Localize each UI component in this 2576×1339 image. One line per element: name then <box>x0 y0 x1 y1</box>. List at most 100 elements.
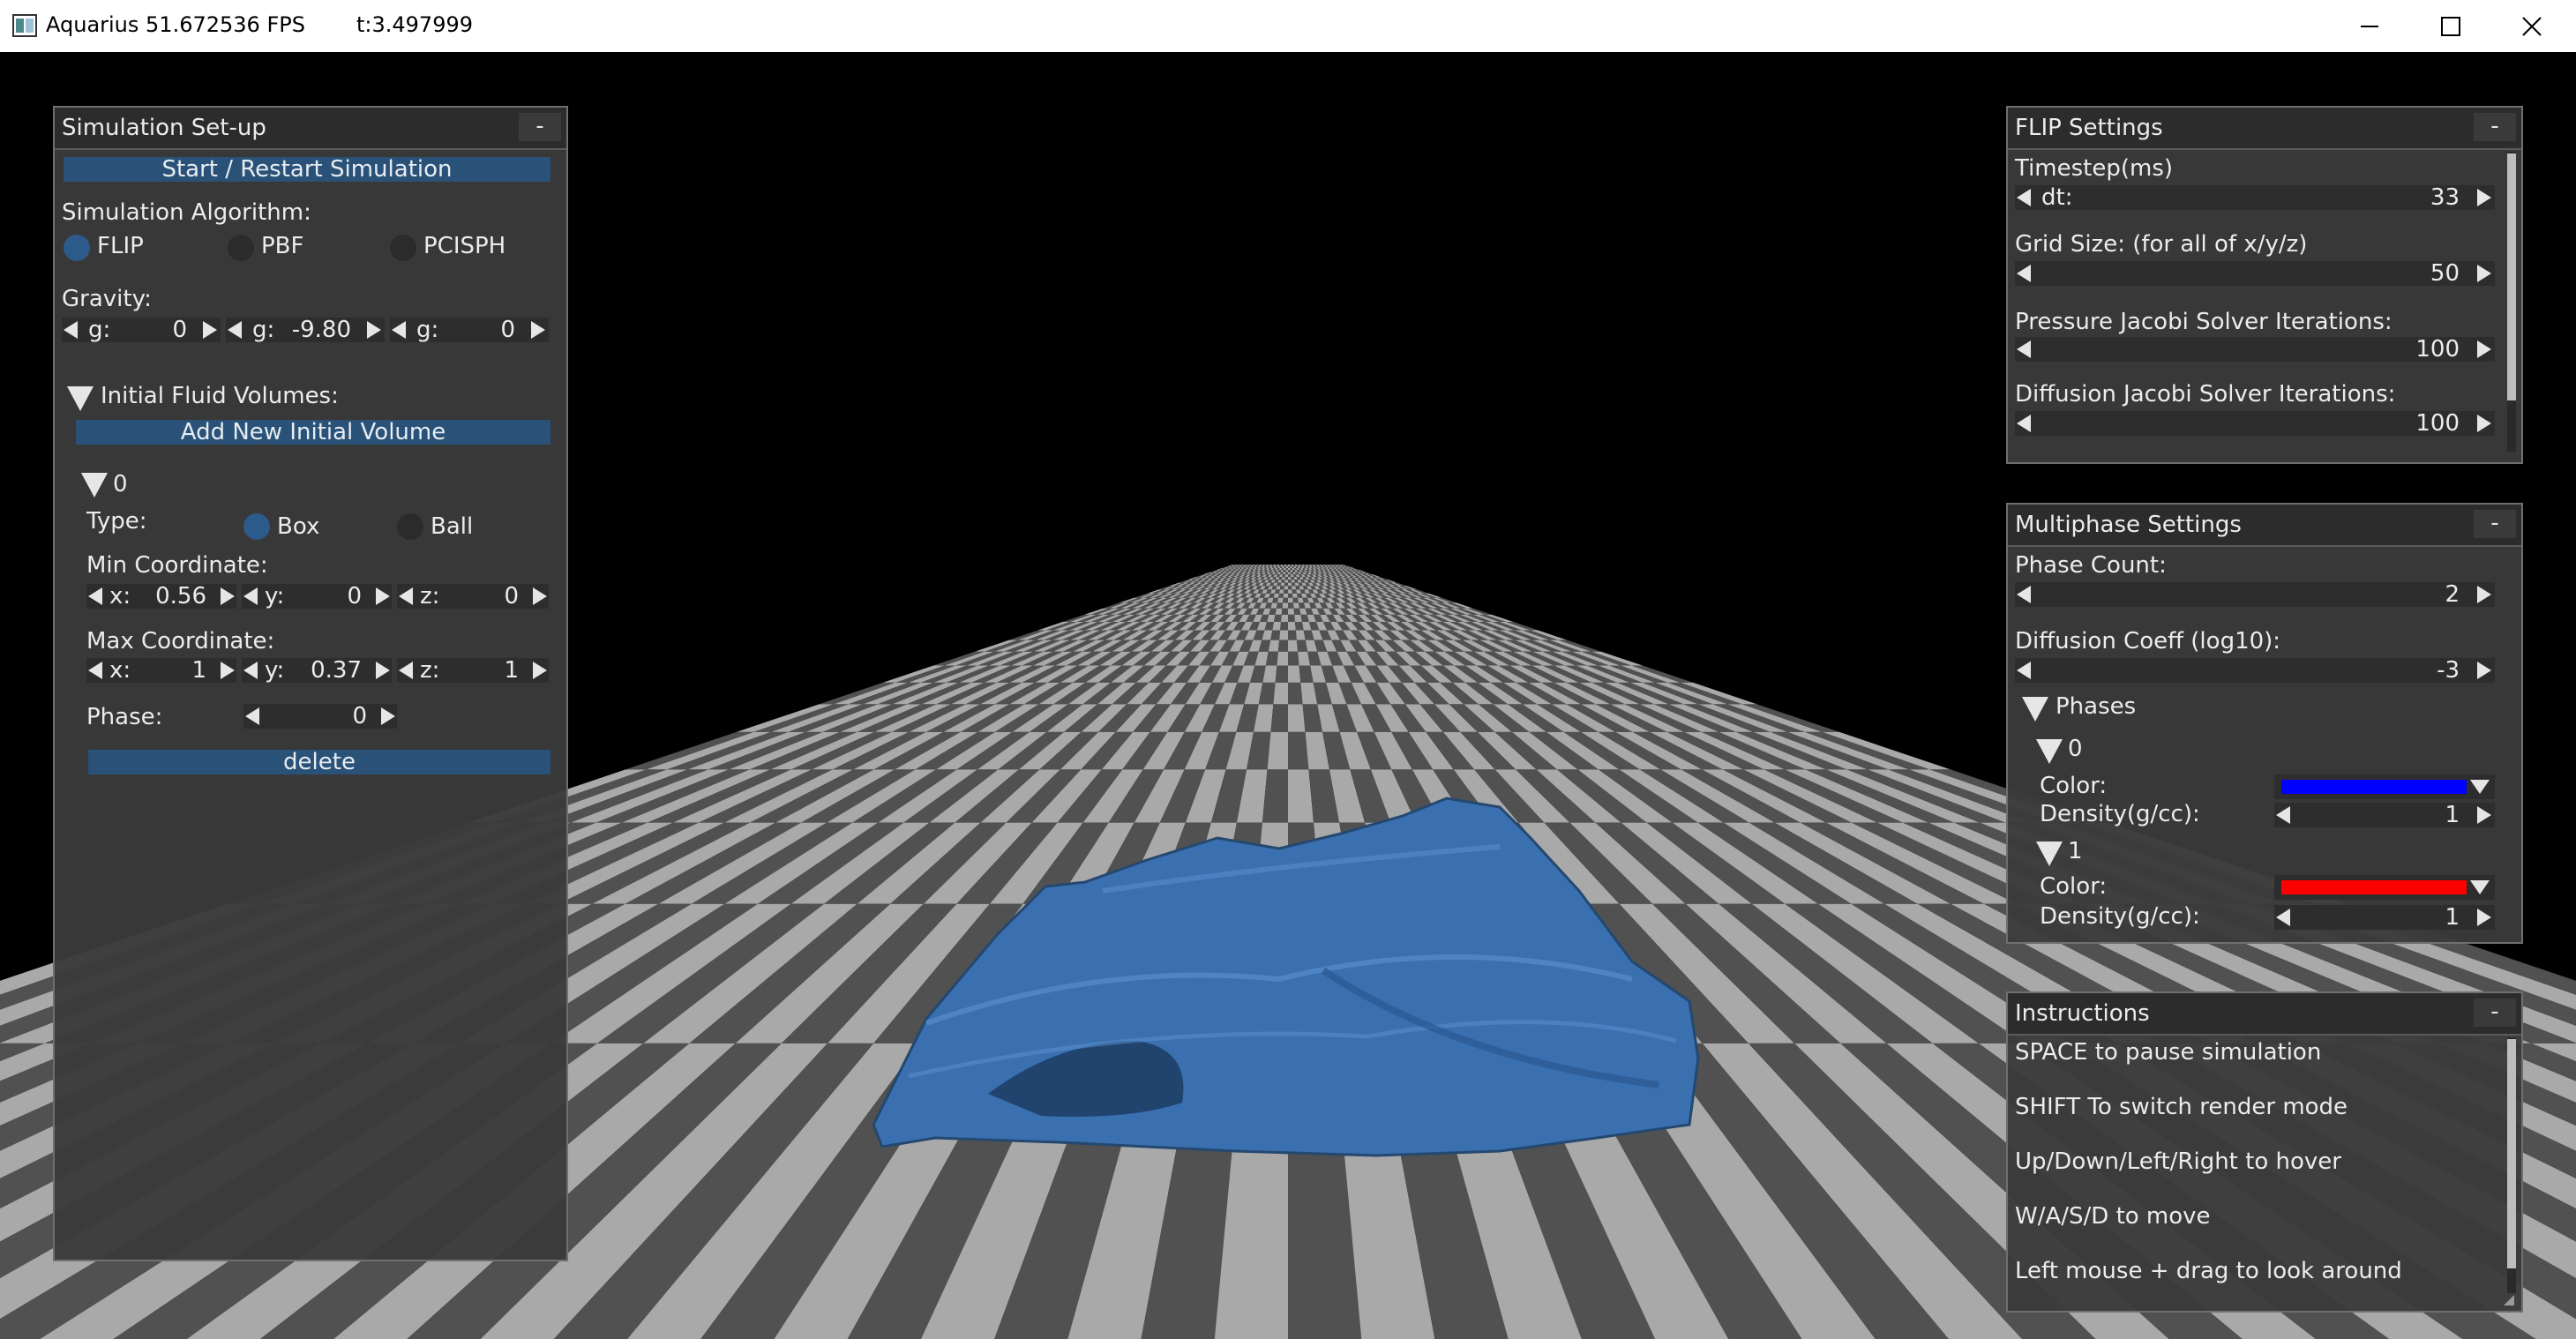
dt-field[interactable]: dt: 33 <box>2015 185 2495 210</box>
increment-icon[interactable] <box>203 321 217 339</box>
panel-header[interactable]: FLIP Settings - <box>2008 108 2521 150</box>
start-simulation-button[interactable]: Start / Restart Simulation <box>64 157 550 182</box>
gravity-z-field[interactable]: g: 0 <box>390 318 549 342</box>
increment-icon[interactable] <box>381 707 395 725</box>
field-value: 2 <box>2445 581 2460 608</box>
max-x-field[interactable]: x: 1 <box>86 658 236 683</box>
decrement-icon[interactable] <box>2017 586 2031 603</box>
increment-icon[interactable] <box>2477 189 2491 206</box>
decrement-icon[interactable] <box>88 662 102 679</box>
increment-icon[interactable] <box>376 662 390 679</box>
color-swatch-bar <box>2281 780 2467 794</box>
increment-icon[interactable] <box>533 587 547 605</box>
radio-box[interactable] <box>243 513 270 540</box>
increment-icon[interactable] <box>376 587 390 605</box>
increment-icon[interactable] <box>533 662 547 679</box>
gravity-y-field[interactable]: g: -9.80 <box>226 318 385 342</box>
tree-expand-icon[interactable] <box>2036 739 2063 764</box>
increment-icon[interactable] <box>2477 806 2491 824</box>
diffusion-coeff-field[interactable]: -3 <box>2015 658 2495 683</box>
dropdown-arrow-icon[interactable] <box>2470 780 2490 794</box>
max-y-field[interactable]: y: 0.37 <box>242 658 392 683</box>
panel-header[interactable]: Simulation Set-up - <box>55 108 566 150</box>
min-z-field[interactable]: z: 0 <box>397 584 549 609</box>
decrement-icon[interactable] <box>2017 189 2031 206</box>
gravity-x-field[interactable]: g: 0 <box>62 318 221 342</box>
decrement-icon[interactable] <box>399 662 413 679</box>
phase-index[interactable]: 0 <box>2068 736 2083 762</box>
diffusion-iterations-field[interactable]: 100 <box>2015 411 2495 436</box>
phase-0-density-field[interactable]: 1 <box>2274 803 2495 827</box>
increment-icon[interactable] <box>221 587 235 605</box>
collapse-button[interactable]: - <box>2474 113 2516 141</box>
dropdown-arrow-icon[interactable] <box>2470 880 2490 894</box>
radio-ball[interactable] <box>397 513 423 540</box>
floor-tile <box>1283 593 1288 598</box>
phases-label[interactable]: Phases <box>2056 693 2136 720</box>
collapse-button[interactable]: - <box>2474 510 2516 538</box>
tree-expand-icon[interactable] <box>67 386 94 411</box>
decrement-icon[interactable] <box>399 587 413 605</box>
decrement-icon[interactable] <box>228 321 242 339</box>
delete-volume-button[interactable]: delete <box>88 750 550 774</box>
panel-header[interactable]: Instructions - <box>2008 993 2521 1036</box>
decrement-icon[interactable] <box>2017 415 2031 432</box>
tree-expand-icon[interactable] <box>2036 842 2063 866</box>
decrement-icon[interactable] <box>243 662 258 679</box>
increment-icon[interactable] <box>2477 265 2491 282</box>
increment-icon[interactable] <box>2477 415 2491 432</box>
decrement-icon[interactable] <box>2017 340 2031 358</box>
increment-icon[interactable] <box>221 662 235 679</box>
phase-1-density-field[interactable]: 1 <box>2274 905 2495 930</box>
increment-icon[interactable] <box>367 321 381 339</box>
initial-volumes-label[interactable]: Initial Fluid Volumes: <box>101 383 339 409</box>
decrement-icon[interactable] <box>2276 806 2290 824</box>
radio-pcisph[interactable] <box>390 235 416 261</box>
floor-tile <box>1273 682 1288 705</box>
decrement-icon[interactable] <box>243 587 258 605</box>
min-y-field[interactable]: y: 0 <box>242 584 392 609</box>
collapse-button[interactable]: - <box>2474 999 2516 1027</box>
phase-0-color-picker[interactable] <box>2274 774 2495 799</box>
scrollbar-thumb[interactable] <box>2507 1039 2516 1268</box>
decrement-icon[interactable] <box>245 707 259 725</box>
radio-flip[interactable] <box>64 235 90 261</box>
collapse-button[interactable]: - <box>519 113 561 141</box>
min-x-field[interactable]: x: 0.56 <box>86 584 236 609</box>
decrement-icon[interactable] <box>2017 265 2031 282</box>
increment-icon[interactable] <box>2477 586 2491 603</box>
increment-icon[interactable] <box>2477 340 2491 358</box>
close-icon <box>2522 16 2542 36</box>
minimize-button[interactable] <box>2329 0 2410 52</box>
increment-icon[interactable] <box>2477 662 2491 679</box>
increment-icon[interactable] <box>531 321 545 339</box>
resize-grip-icon[interactable] <box>2500 1291 2514 1305</box>
phase-field[interactable]: 0 <box>243 704 397 729</box>
phase-index[interactable]: 1 <box>2068 838 2083 864</box>
radio-pbf[interactable] <box>228 235 254 261</box>
add-volume-button[interactable]: Add New Initial Volume <box>76 420 550 445</box>
decrement-icon[interactable] <box>2276 909 2290 926</box>
scrollbar-thumb[interactable] <box>2507 153 2516 400</box>
grid-size-field[interactable]: 50 <box>2015 261 2495 286</box>
phase-count-field[interactable]: 2 <box>2015 582 2495 607</box>
floor-tile <box>1277 597 1284 603</box>
decrement-icon[interactable] <box>64 321 78 339</box>
field-value: 1 <box>2445 802 2460 828</box>
phase-1-color-picker[interactable] <box>2274 875 2495 900</box>
maximize-icon <box>2441 16 2460 36</box>
floor-tile <box>1280 582 1285 587</box>
pressure-iterations-field[interactable]: 100 <box>2015 337 2495 362</box>
close-button[interactable] <box>2491 0 2572 52</box>
max-z-field[interactable]: z: 1 <box>397 658 549 683</box>
tree-expand-icon[interactable] <box>2022 697 2048 722</box>
min-coordinate-label: Min Coordinate: <box>86 552 268 579</box>
tree-expand-icon[interactable] <box>81 473 108 497</box>
decrement-icon[interactable] <box>392 321 406 339</box>
panel-header[interactable]: Multiphase Settings - <box>2008 505 2521 547</box>
increment-icon[interactable] <box>2477 909 2491 926</box>
maximize-button[interactable] <box>2410 0 2491 52</box>
decrement-icon[interactable] <box>88 587 102 605</box>
volume-index[interactable]: 0 <box>113 471 128 497</box>
decrement-icon[interactable] <box>2017 662 2031 679</box>
